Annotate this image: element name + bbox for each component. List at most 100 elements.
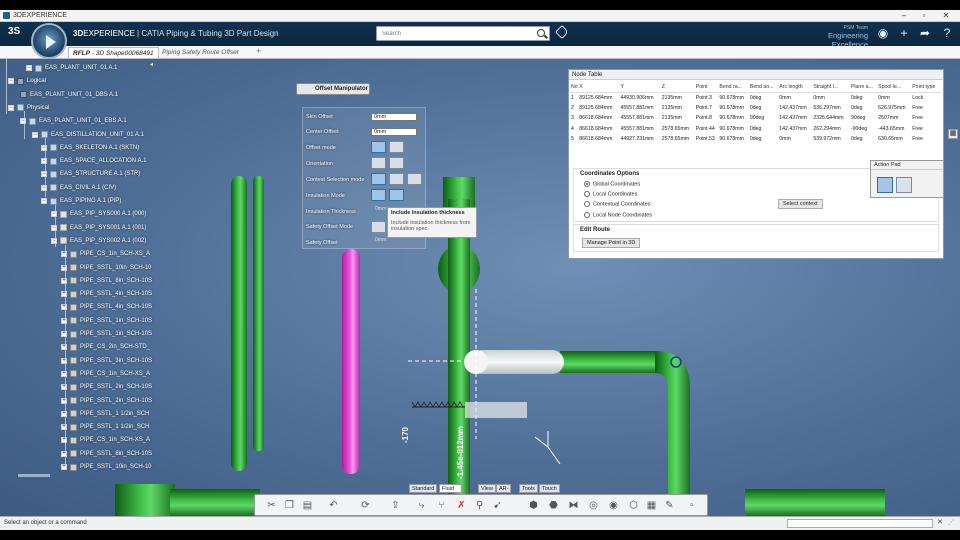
table-row[interactable]: 1 89125.684mm 44930.906mm 2135mm Point.3 90.6… xyxy=(571,92,941,103)
clear-icon[interactable]: ✕ xyxy=(937,518,943,526)
tree-node[interactable]: − EAS_PIP_SYS000 A.1 (000) xyxy=(51,209,146,219)
tree-node[interactable]: − EAS_PLANT_UNIT_01_EBS A.1 xyxy=(20,116,127,126)
action-pad-button-1[interactable] xyxy=(877,177,893,193)
tree-node[interactable]: + PIPE_CS_2in_SCH-STD_ xyxy=(61,342,150,352)
search-icon[interactable] xyxy=(537,29,545,37)
collapse-icon[interactable]: − xyxy=(20,118,26,125)
toolbar-tab[interactable]: Fluid Design xyxy=(439,484,463,501)
column-header[interactable]: Plane a... xyxy=(850,82,879,93)
column-header[interactable]: Bend an... xyxy=(749,82,780,93)
tree-node[interactable]: + PIPE_SSTL_1 1/2in_SCH xyxy=(61,409,149,419)
expand-icon[interactable]: + xyxy=(61,251,67,258)
node-table[interactable]: No X Y Z Point Bend ra... Bend an... Arc length… xyxy=(571,82,941,145)
insulation-mode-button-2[interactable] xyxy=(389,189,404,201)
context-selection-button-1[interactable] xyxy=(371,173,386,185)
tree-node[interactable]: + PIPE_SSTL_8in_SCH-10S xyxy=(61,276,152,286)
collapse-icon[interactable]: − xyxy=(8,104,14,111)
tree-node[interactable]: + PIPE_CS_1in_SCH-XS_A xyxy=(61,369,150,379)
add-tab-icon[interactable]: + xyxy=(256,46,261,56)
column-header[interactable]: X xyxy=(579,82,621,93)
collapse-icon[interactable]: − xyxy=(51,237,57,244)
gasket-icon[interactable]: ◉ xyxy=(607,499,620,512)
select-context-button[interactable]: Select context xyxy=(778,199,823,209)
spool-icon[interactable]: ⬡ xyxy=(627,499,640,512)
collapse-icon[interactable]: − xyxy=(41,184,47,191)
paste-icon[interactable]: ▤ xyxy=(301,499,314,512)
expand-icon[interactable]: + xyxy=(61,344,67,351)
copy-icon[interactable]: ❐ xyxy=(283,499,296,512)
flange-icon[interactable]: ◎ xyxy=(587,499,600,512)
column-header[interactable]: Arc length xyxy=(779,82,814,93)
tab-safety-route-offset[interactable]: Piping Safety Route Offset xyxy=(158,47,243,58)
help-icon[interactable]: ? xyxy=(940,26,954,40)
tree-node[interactable]: + PIPE_SSTL_1in_SCH-10S xyxy=(61,329,152,339)
close-icon[interactable]: ✕ xyxy=(938,10,954,21)
column-header[interactable]: Spool le... xyxy=(878,82,913,93)
share-icon[interactable]: ➦ xyxy=(918,26,932,40)
column-header[interactable]: Z xyxy=(661,82,696,93)
expand-icon[interactable]: + xyxy=(61,424,67,431)
context-selection-button-2[interactable] xyxy=(389,173,404,185)
expand-icon[interactable]: + xyxy=(61,277,67,284)
tree-node[interactable]: − Physical xyxy=(8,103,49,113)
toolbar-tab[interactable]: Touch xyxy=(539,484,560,493)
tab-rflp-shape[interactable]: RFLP - 3D Shape00068491 xyxy=(68,47,159,58)
tree-node[interactable]: + PIPE_SSTL_4in_SCH-10S xyxy=(61,289,152,299)
tree-node[interactable]: − EAS_SPACE_ALLOCATION A.1 xyxy=(41,156,146,166)
branch-icon[interactable]: ⑂ xyxy=(435,499,448,512)
fitting-icon[interactable]: ⬣ xyxy=(547,499,560,512)
expand-icon[interactable]: + xyxy=(61,331,67,337)
probe-icon[interactable]: ⚲ xyxy=(473,499,486,512)
expand-icon[interactable]: + xyxy=(61,464,67,470)
ds-logo-icon[interactable]: 3S xyxy=(8,26,26,42)
collapse-icon[interactable]: − xyxy=(41,171,47,178)
route-icon[interactable]: ⤷ xyxy=(415,499,428,512)
tag-icon[interactable] xyxy=(554,24,570,40)
radio-contextual-coordinates[interactable]: Contextual Coordinates xyxy=(584,201,650,207)
tree-collapse-icon[interactable]: ◂ xyxy=(150,61,158,69)
expand-icon[interactable]: + xyxy=(61,397,67,404)
flow-icon[interactable]: ➹ xyxy=(491,499,504,512)
tree-node[interactable]: + PIPE_SSTL_1in_SCH-10S xyxy=(61,316,152,326)
toolbar-tab[interactable]: Standard xyxy=(409,484,438,493)
radio-local-coordinates[interactable]: Local Coordinates xyxy=(584,191,637,197)
safety-offset-mode-button[interactable] xyxy=(371,221,386,233)
collapse-icon[interactable]: − xyxy=(41,144,47,151)
minimize-icon[interactable]: – xyxy=(896,10,912,21)
resize-grip-icon[interactable]: ⋰ xyxy=(948,519,956,527)
collapse-icon[interactable]: − xyxy=(8,78,14,85)
column-header[interactable]: Point xyxy=(695,82,720,93)
collapse-icon[interactable]: − xyxy=(51,224,57,231)
expand-icon[interactable]: + xyxy=(61,291,67,298)
add-icon[interactable]: + xyxy=(897,26,911,40)
tree-node[interactable]: + PIPE_CS_1in_SCH-XS_A xyxy=(61,435,150,445)
panel-collapse-icon[interactable]: ▦ xyxy=(948,129,958,139)
tree-node[interactable]: − EAS_STRUCTURE A.1 (STR) xyxy=(41,169,140,179)
tree-node[interactable]: + PIPE_SSTL_10in_SCH-10 xyxy=(61,462,151,472)
radio-global-coordinates[interactable]: Global Coordinates xyxy=(584,181,640,187)
delete-icon[interactable]: ✗ xyxy=(455,499,468,512)
expand-icon[interactable]: + xyxy=(61,410,67,417)
table-icon[interactable]: ▦ xyxy=(645,499,658,512)
action-pad-button-2[interactable] xyxy=(896,177,912,193)
orientation-button-2[interactable] xyxy=(389,157,404,169)
tree-node[interactable]: + PIPE_SSTL_4in_SCH-10S xyxy=(61,302,152,312)
expand-icon[interactable]: + xyxy=(61,304,67,311)
tree-node[interactable]: − Logical xyxy=(8,76,46,86)
update-icon[interactable]: ⟳ xyxy=(359,499,372,512)
tree-node[interactable]: + PIPE_SSTL_2in_SCH-10S xyxy=(61,396,152,406)
tree-node[interactable]: − EAS_PIPING A.1 (PIP) xyxy=(41,196,121,206)
offset-mode-center-button[interactable] xyxy=(389,141,404,153)
tree-node[interactable]: EAS_PLANT_UNIT_01_DBS A.1 xyxy=(20,90,118,100)
tree-node[interactable]: − EAS_CIVIL A.1 (CIV) xyxy=(41,183,116,193)
tree-node[interactable]: − EAS_SKELETON A.1 (SKTN) xyxy=(41,143,139,153)
tree-node[interactable]: − EAS_DISTILLATION_UNIT_01 A.1 xyxy=(32,130,144,140)
table-row[interactable]: 3 86618.684mm 45557.881mm 2135mm Point.8 90.6… xyxy=(571,113,941,124)
collapse-icon[interactable]: − xyxy=(26,65,32,71)
tree-node[interactable]: + PIPE_SSTL_2in_SCH-10S xyxy=(61,382,152,392)
expand-icon[interactable]: + xyxy=(61,384,67,391)
tree-node[interactable]: + PIPE_CS_1in_SCH-XS_A xyxy=(61,249,150,259)
collapse-icon[interactable]: − xyxy=(32,131,38,138)
column-header[interactable]: No xyxy=(571,82,580,93)
edit-icon[interactable]: ✎ xyxy=(663,499,676,512)
